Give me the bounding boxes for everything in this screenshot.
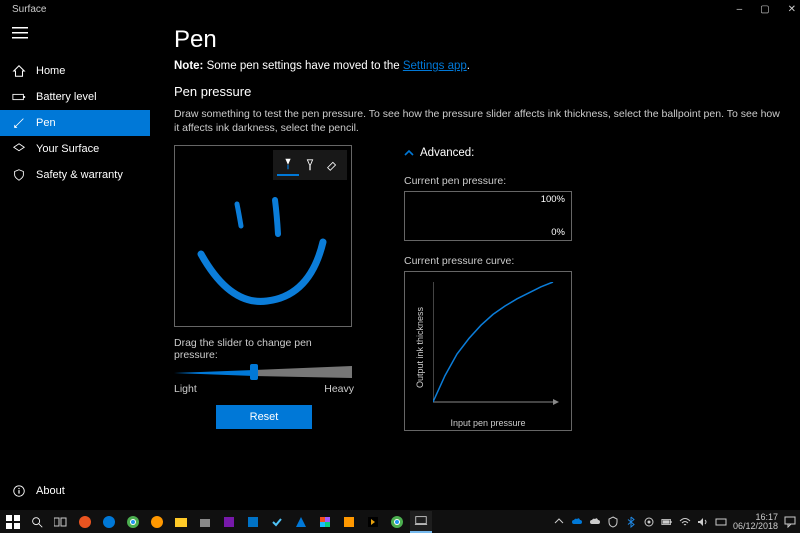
- nav-list: Home Battery level Pen Your Surface Safe…: [0, 58, 150, 188]
- slider-label: Drag the slider to change pen pressure:: [174, 337, 354, 361]
- pressure-curve-chart: Output ink thickness Input pen pressure: [404, 271, 572, 431]
- columns: Drag the slider to change pen pressure: …: [174, 145, 782, 431]
- note-text: Note: Some pen settings have moved to th…: [174, 60, 782, 72]
- sidebar-item-label: Home: [36, 65, 65, 77]
- taskbar-app-explorer[interactable]: [170, 511, 192, 533]
- taskbar-app-onenote[interactable]: [218, 511, 240, 533]
- eraser-tool[interactable]: [321, 154, 343, 176]
- hamburger-button[interactable]: [4, 22, 36, 44]
- current-curve-label: Current pressure curve:: [404, 255, 782, 267]
- pencil-tool[interactable]: [299, 154, 321, 176]
- section-pen-pressure: Pen pressure: [174, 84, 782, 99]
- pressure-slider[interactable]: Light Heavy: [174, 365, 354, 395]
- taskbar-app-edge[interactable]: [98, 511, 120, 533]
- taskbar-app-store[interactable]: [194, 511, 216, 533]
- tray-bluetooth-icon[interactable]: [625, 516, 637, 528]
- advanced-label: Advanced:: [420, 147, 474, 159]
- close-button[interactable]: ✕: [788, 4, 796, 15]
- taskbar-app-azure[interactable]: [290, 511, 312, 533]
- note-bold: Note:: [174, 60, 203, 72]
- battery-icon: [12, 90, 26, 104]
- taskbar-clock[interactable]: 16:17 06/12/2018: [733, 513, 778, 531]
- tray-defender-icon[interactable]: [607, 516, 619, 528]
- app-window: Surface – ▢ ✕ Home Battery level: [0, 0, 800, 510]
- clock-date: 06/12/2018: [733, 522, 778, 531]
- tray-battery-icon[interactable]: [661, 516, 673, 528]
- slider-light-label: Light: [174, 383, 197, 395]
- taskbar-app-figma[interactable]: [314, 511, 336, 533]
- taskbar-app-sublime[interactable]: [338, 511, 360, 533]
- tray-onedrive-icon[interactable]: [571, 516, 583, 528]
- pressure-100: 100%: [541, 194, 565, 205]
- left-column: Drag the slider to change pen pressure: …: [174, 145, 354, 431]
- tray-wifi-icon[interactable]: [679, 516, 691, 528]
- note-period: .: [467, 60, 470, 72]
- pen-icon: [12, 116, 26, 130]
- pressure-0: 0%: [551, 227, 565, 238]
- sidebar-item-label: Safety & warranty: [36, 169, 123, 181]
- sidebar-item-battery[interactable]: Battery level: [0, 84, 150, 110]
- maximize-button[interactable]: ▢: [760, 4, 769, 15]
- ballpoint-pen-tool[interactable]: [277, 154, 299, 176]
- sidebar-item-about[interactable]: About: [0, 478, 150, 504]
- page-title: Pen: [174, 26, 782, 54]
- taskbar[interactable]: 16:17 06/12/2018: [0, 510, 800, 533]
- app-title: Surface: [12, 4, 46, 15]
- curve-x-axis-label: Input pen pressure: [405, 418, 571, 428]
- start-button[interactable]: [2, 511, 24, 533]
- sidebar-item-label: About: [36, 485, 65, 497]
- slider-handle[interactable]: [250, 364, 258, 380]
- taskbar-app-ubuntu[interactable]: [74, 511, 96, 533]
- action-center-icon[interactable]: [784, 516, 796, 528]
- sidebar: Home Battery level Pen Your Surface Safe…: [0, 18, 150, 510]
- taskbar-app-outlook[interactable]: [242, 511, 264, 533]
- current-pressure-box: 100% 0%: [404, 191, 572, 241]
- task-view-button[interactable]: [50, 511, 72, 533]
- taskbar-app-chrome2[interactable]: [386, 511, 408, 533]
- content-area: Pen Note: Some pen settings have moved t…: [150, 18, 800, 510]
- note-body: Some pen settings have moved to the: [203, 60, 402, 72]
- system-tray: [553, 516, 727, 528]
- right-column: Advanced: Current pen pressure: 100% 0% …: [404, 145, 782, 431]
- tray-overflow-icon[interactable]: [553, 516, 565, 528]
- info-icon: [12, 484, 26, 498]
- app-body: Home Battery level Pen Your Surface Safe…: [0, 18, 800, 510]
- current-pressure-label: Current pen pressure:: [404, 175, 782, 187]
- sidebar-item-label: Your Surface: [36, 143, 99, 155]
- sidebar-item-home[interactable]: Home: [0, 58, 150, 84]
- tray-volume-icon[interactable]: [697, 516, 709, 528]
- drawing-canvas[interactable]: [174, 145, 352, 327]
- settings-app-link[interactable]: Settings app: [403, 60, 467, 72]
- tray-keyboard-icon[interactable]: [715, 516, 727, 528]
- slider-heavy-label: Heavy: [324, 383, 354, 395]
- taskbar-app-firefox[interactable]: [146, 511, 168, 533]
- curve-y-axis-label: Output ink thickness: [415, 292, 425, 402]
- taskbar-app-plex[interactable]: [362, 511, 384, 533]
- device-icon: [12, 142, 26, 156]
- tray-location-icon[interactable]: [643, 516, 655, 528]
- tray-cloud-icon[interactable]: [589, 516, 601, 528]
- curve-plot: [433, 282, 563, 412]
- reset-button[interactable]: Reset: [216, 405, 312, 429]
- window-controls: – ▢ ✕: [737, 4, 796, 15]
- minimize-button[interactable]: –: [737, 4, 743, 15]
- titlebar: Surface – ▢ ✕: [0, 0, 800, 18]
- sidebar-item-label: Battery level: [36, 91, 97, 103]
- advanced-toggle[interactable]: Advanced:: [404, 147, 782, 159]
- home-icon: [12, 64, 26, 78]
- instruction-text: Draw something to test the pen pressure.…: [174, 107, 782, 135]
- sidebar-item-pen[interactable]: Pen: [0, 110, 150, 136]
- taskbar-app-todo[interactable]: [266, 511, 288, 533]
- sidebar-item-your-surface[interactable]: Your Surface: [0, 136, 150, 162]
- search-button[interactable]: [26, 511, 48, 533]
- taskbar-app-chrome[interactable]: [122, 511, 144, 533]
- drawing-toolbar: [273, 150, 347, 180]
- taskbar-app-surface[interactable]: [410, 511, 432, 533]
- chevron-up-icon: [404, 148, 414, 158]
- shield-icon: [12, 168, 26, 182]
- sidebar-item-safety[interactable]: Safety & warranty: [0, 162, 150, 188]
- sidebar-item-label: Pen: [36, 117, 56, 129]
